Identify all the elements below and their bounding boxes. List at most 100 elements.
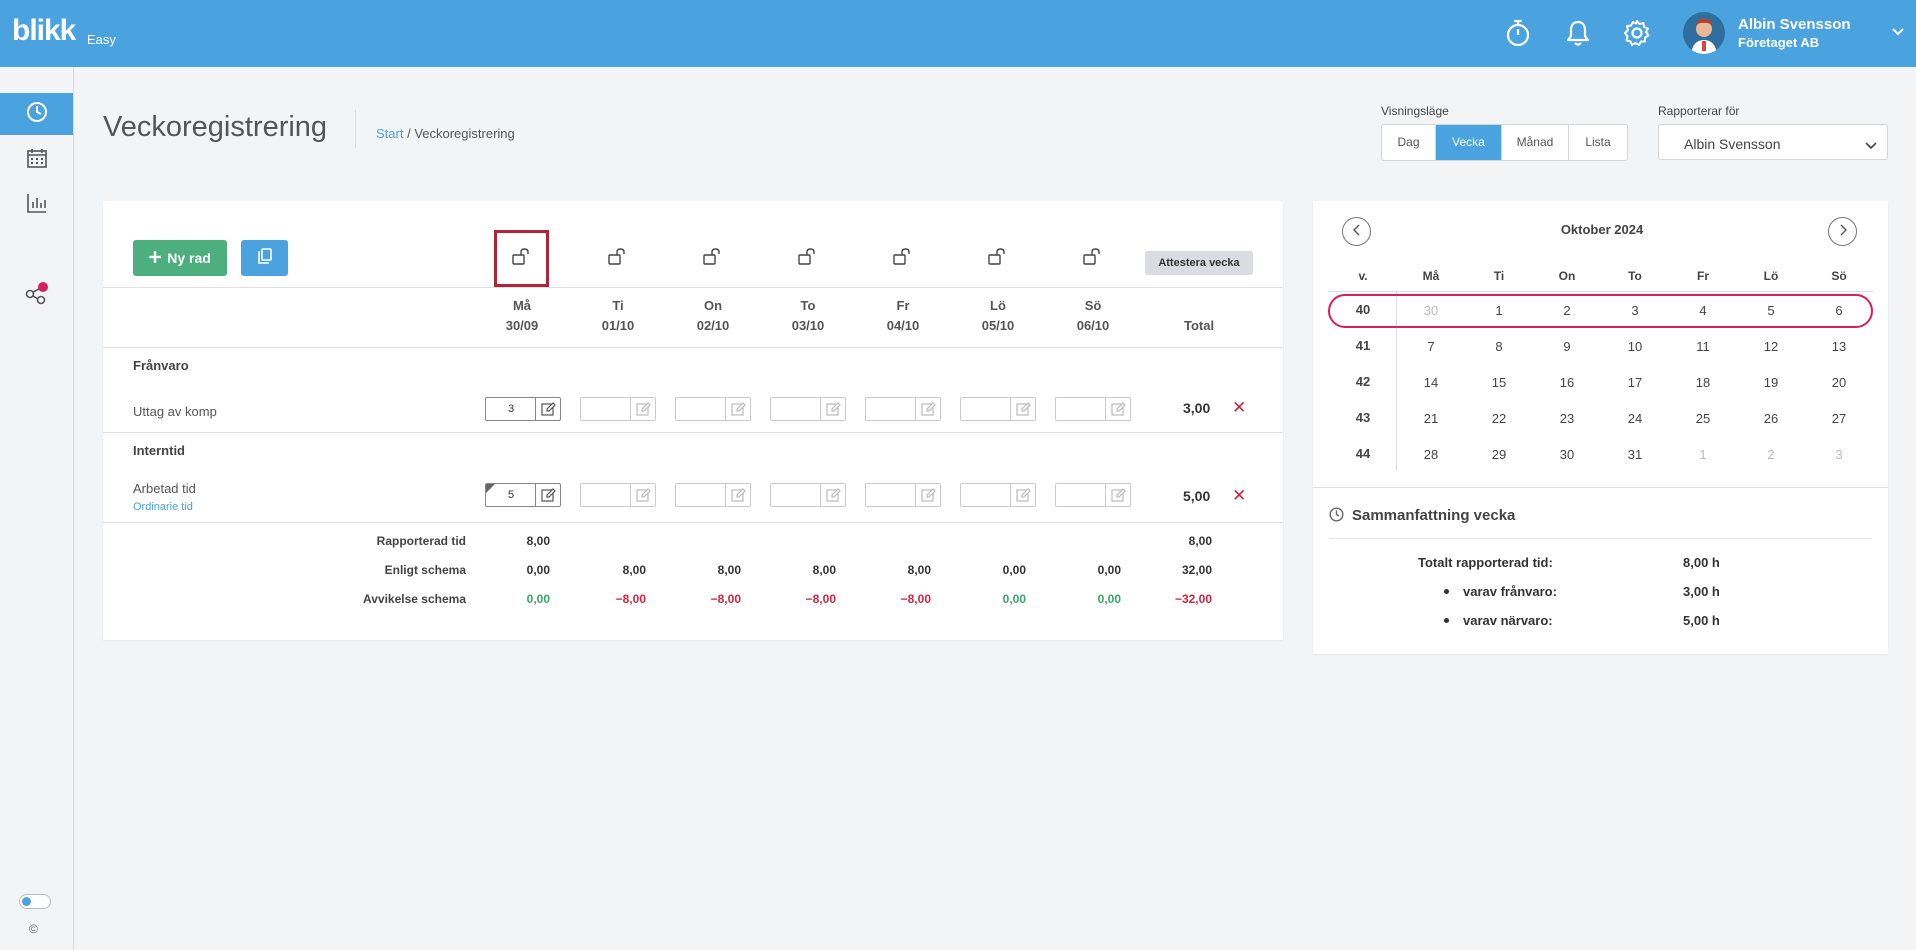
delete-row-icon[interactable]: ✕	[1232, 486, 1246, 506]
time-input-value[interactable]: 5	[486, 484, 536, 506]
gear-icon[interactable]	[1621, 17, 1653, 49]
time-input-cell[interactable]	[960, 397, 1036, 421]
time-input-value[interactable]	[866, 484, 916, 506]
calendar-day[interactable]: 22	[1479, 411, 1519, 426]
time-input-value[interactable]	[961, 484, 1011, 506]
calendar-day[interactable]: 28	[1411, 447, 1451, 462]
view-option-month[interactable]: Månad	[1502, 125, 1569, 160]
edit-icon[interactable]	[1105, 398, 1130, 420]
attest-week-button[interactable]: Attestera vecka	[1145, 251, 1253, 275]
calendar-day[interactable]: 15	[1479, 375, 1519, 390]
calendar-day[interactable]: 24	[1615, 411, 1655, 426]
theme-toggle[interactable]	[19, 894, 51, 909]
time-input-value[interactable]	[1056, 484, 1106, 506]
edit-icon[interactable]	[1105, 484, 1130, 506]
edit-icon[interactable]	[630, 398, 655, 420]
sidebar-item-share[interactable]	[0, 275, 73, 317]
time-input-cell[interactable]	[1055, 483, 1131, 507]
calendar-day[interactable]: 14	[1411, 375, 1451, 390]
time-input-cell[interactable]	[865, 483, 941, 507]
time-input-value[interactable]	[1056, 398, 1106, 420]
user-name[interactable]: Albin Svensson	[1738, 16, 1851, 33]
edit-icon[interactable]	[535, 484, 560, 506]
time-input-cell[interactable]: 5	[485, 483, 561, 507]
sidebar-item-reports[interactable]	[0, 184, 73, 226]
calendar-day[interactable]: 31	[1615, 447, 1655, 462]
time-input-value[interactable]	[581, 484, 631, 506]
view-option-week[interactable]: Vecka	[1436, 125, 1502, 160]
time-input-cell[interactable]	[865, 397, 941, 421]
copy-week-button[interactable]	[241, 240, 288, 276]
time-input-value[interactable]	[676, 484, 726, 506]
edit-icon[interactable]	[630, 484, 655, 506]
calendar-day[interactable]: 7	[1411, 339, 1451, 354]
time-input-value[interactable]	[866, 398, 916, 420]
stopwatch-icon[interactable]	[1502, 17, 1534, 49]
calendar-week-number[interactable]: 43	[1343, 410, 1383, 425]
time-input-cell[interactable]	[675, 397, 751, 421]
edit-icon[interactable]	[725, 398, 750, 420]
time-input-cell[interactable]: 3	[485, 397, 561, 421]
time-input-cell[interactable]	[580, 483, 656, 507]
reporting-for-select[interactable]: Albin Svensson	[1658, 124, 1888, 160]
time-input-cell[interactable]	[960, 483, 1036, 507]
edit-icon[interactable]	[1010, 398, 1035, 420]
lock-open-icon-day-6[interactable]	[1080, 245, 1106, 269]
row-sublabel-ordinary-time[interactable]: Ordinarie tid	[133, 501, 193, 513]
logo[interactable]: blikk	[12, 14, 76, 48]
bell-icon[interactable]	[1562, 17, 1594, 49]
time-input-value[interactable]	[961, 398, 1011, 420]
calendar-day[interactable]: 16	[1547, 375, 1587, 390]
avatar[interactable]	[1683, 12, 1725, 54]
calendar-week-number[interactable]: 41	[1343, 338, 1383, 353]
lock-open-icon-day-4[interactable]	[890, 245, 916, 269]
calendar-day[interactable]: 21	[1411, 411, 1451, 426]
calendar-day[interactable]: 27	[1819, 411, 1859, 426]
sidebar-item-time[interactable]	[0, 93, 73, 135]
view-option-day[interactable]: Dag	[1382, 125, 1436, 160]
calendar-day[interactable]: 25	[1683, 411, 1723, 426]
edit-icon[interactable]	[725, 484, 750, 506]
time-input-cell[interactable]	[770, 397, 846, 421]
calendar-day[interactable]: 9	[1547, 339, 1587, 354]
time-input-value[interactable]	[676, 398, 726, 420]
calendar-day[interactable]: 8	[1479, 339, 1519, 354]
calendar-day[interactable]: 17	[1615, 375, 1655, 390]
time-input-value[interactable]: 3	[486, 398, 536, 420]
time-input-value[interactable]	[771, 484, 821, 506]
sidebar-item-calendar[interactable]	[0, 139, 73, 181]
lock-open-icon-day-1[interactable]	[605, 245, 631, 269]
calendar-day[interactable]: 11	[1683, 339, 1723, 354]
edit-icon[interactable]	[820, 398, 845, 420]
calendar-day[interactable]: 13	[1819, 339, 1859, 354]
lock-open-icon-day-2[interactable]	[700, 245, 726, 269]
time-input-cell[interactable]	[770, 483, 846, 507]
time-input-value[interactable]	[581, 398, 631, 420]
edit-icon[interactable]	[1010, 484, 1035, 506]
edit-icon[interactable]	[535, 398, 560, 420]
chevron-down-icon[interactable]	[1892, 24, 1904, 42]
prev-month-button[interactable]	[1342, 217, 1371, 246]
edit-icon[interactable]	[915, 484, 940, 506]
calendar-day[interactable]: 20	[1819, 375, 1859, 390]
user-company[interactable]: Företaget AB	[1738, 35, 1819, 50]
calendar-day[interactable]: 3	[1819, 447, 1859, 462]
calendar-week-number[interactable]: 42	[1343, 374, 1383, 389]
time-input-cell[interactable]	[580, 397, 656, 421]
calendar-week-number[interactable]: 44	[1343, 446, 1383, 461]
calendar-day[interactable]: 12	[1751, 339, 1791, 354]
time-input-cell[interactable]	[1055, 397, 1131, 421]
delete-row-icon[interactable]: ✕	[1232, 398, 1246, 418]
calendar-day[interactable]: 23	[1547, 411, 1587, 426]
time-input-value[interactable]	[771, 398, 821, 420]
calendar-day[interactable]: 18	[1683, 375, 1723, 390]
calendar-day[interactable]: 1	[1683, 447, 1723, 462]
calendar-day[interactable]: 19	[1751, 375, 1791, 390]
lock-open-icon-day-5[interactable]	[985, 245, 1011, 269]
edit-icon[interactable]	[820, 484, 845, 506]
edit-icon[interactable]	[915, 398, 940, 420]
calendar-day[interactable]: 26	[1751, 411, 1791, 426]
lock-open-icon-day-3[interactable]	[795, 245, 821, 269]
next-month-button[interactable]	[1828, 217, 1857, 246]
view-option-list[interactable]: Lista	[1569, 125, 1627, 160]
